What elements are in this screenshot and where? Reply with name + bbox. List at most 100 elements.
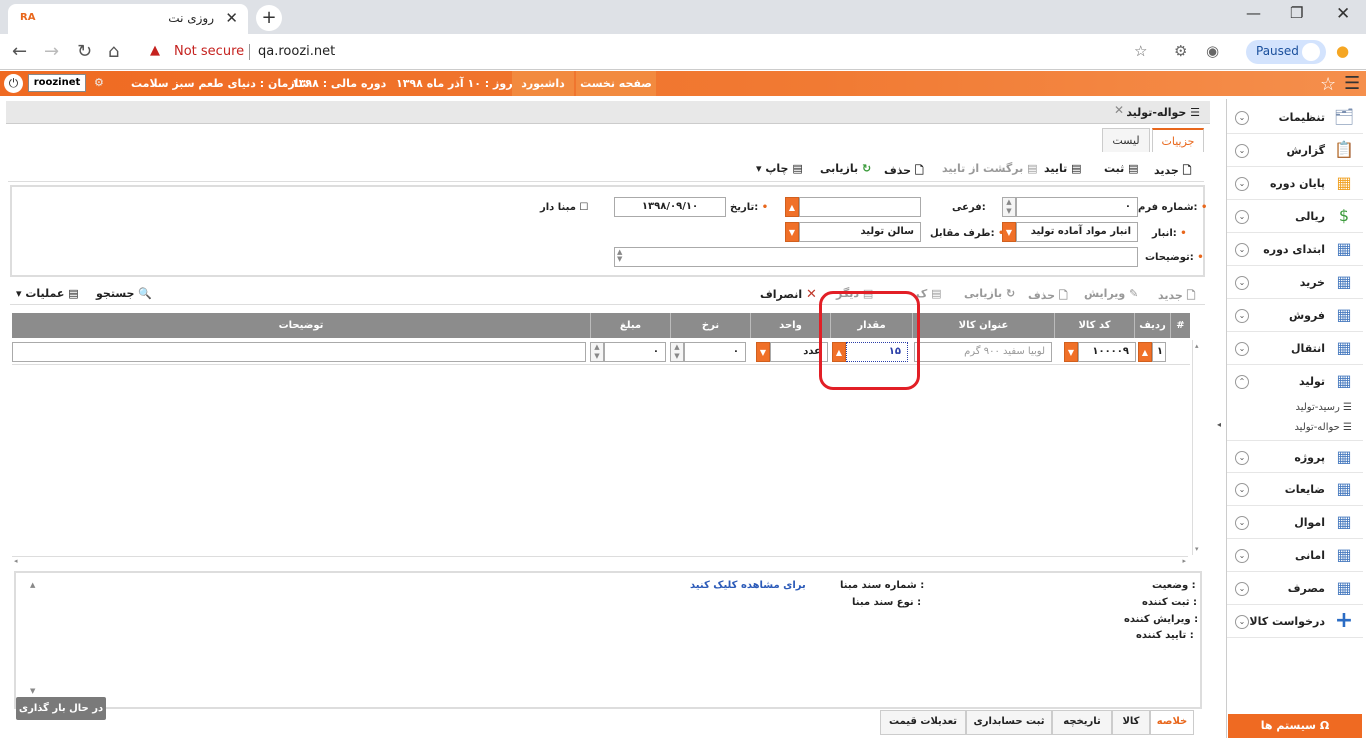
warning-icon[interactable]: ▲ [150, 43, 160, 58]
chevron-down-icon[interactable]: ⌄ [1235, 210, 1249, 224]
item-code-dropdown-button[interactable]: ▼ [1064, 342, 1078, 362]
dashboard-button[interactable]: داشبورد [512, 71, 574, 96]
grid-edit-button[interactable]: ویرایش ✎ [1084, 287, 1138, 300]
sidebar-item-report[interactable]: ⌄ گزارش 📋 [1227, 134, 1363, 167]
sidebar-item-settings[interactable]: ⌄ تنظیمات 🗂 [1227, 101, 1363, 134]
sub-field[interactable] [799, 197, 921, 217]
chevron-down-icon[interactable]: ⌄ [1235, 111, 1249, 125]
sidebar-item-trust[interactable]: ⌄ امانی ▦ [1227, 539, 1363, 572]
description-cell[interactable] [12, 342, 586, 362]
grid-refresh-button[interactable]: بازیابی ↻ [964, 287, 1015, 300]
update-icon[interactable]: ● [1336, 42, 1349, 60]
form-number-field[interactable]: ۰ [1016, 197, 1138, 217]
rate-cell[interactable]: ۰ [684, 342, 746, 362]
grid-delete-button[interactable]: حذف 🗋 [1028, 287, 1068, 306]
horizontal-scrollbar[interactable]: ◂ ▸ [12, 556, 1188, 566]
chevron-down-icon[interactable]: ⌄ [1235, 451, 1249, 465]
favorites-star-icon[interactable]: ☆ [1320, 74, 1336, 95]
delete-button[interactable]: حذف 🗋 [884, 162, 924, 181]
unit-dropdown-button[interactable]: ▼ [756, 342, 770, 362]
amount-stepper[interactable]: ▲ ▼ [590, 342, 604, 362]
sidebar-item-goods-request[interactable]: ⌄ درخواست کالا + [1227, 605, 1363, 638]
chevron-down-icon[interactable]: ⌄ [1235, 243, 1249, 257]
unconfirm-button[interactable]: برگشت از تایید ▤ [942, 162, 1037, 175]
tab-price-adjustments[interactable]: تعدیلات قیمت [880, 711, 966, 735]
tab-list[interactable]: لیست [1102, 128, 1150, 152]
close-window-icon[interactable]: ✕ [1336, 4, 1350, 24]
power-icon[interactable]: ⏻ [4, 74, 23, 93]
sidebar-item-waste[interactable]: ⌄ ضایعات ▦ [1227, 473, 1363, 506]
new-tab-button[interactable]: + [256, 5, 282, 31]
security-status[interactable]: Not secure [174, 44, 244, 59]
scroll-up-icon[interactable]: ▲ [30, 581, 35, 589]
forward-icon[interactable]: → [44, 41, 59, 62]
item-title-cell[interactable]: لوبیا سفید ۹۰۰ گرم [914, 342, 1052, 362]
sidebar-item-assets[interactable]: ⌄ اموال ▦ [1227, 506, 1363, 539]
chevron-down-icon[interactable]: ⌄ [1235, 483, 1249, 497]
chevron-down-icon[interactable]: ⌄ [1235, 276, 1249, 290]
close-document-icon[interactable]: ✕ [1114, 103, 1124, 117]
print-button[interactable]: ▾ چاپ ▤ [756, 162, 803, 175]
sidebar-item-project[interactable]: ⌄ پروژه ▦ [1227, 440, 1363, 473]
row-number-cell[interactable]: ۱ [1152, 342, 1166, 362]
operations-button[interactable]: ▾ عملیات ▤ [16, 287, 79, 300]
chevron-down-icon[interactable]: ⌄ [1235, 309, 1249, 323]
sidebar-subitem-production-receipt[interactable]: رسید-تولید ☰ [1295, 402, 1352, 413]
column-header[interactable]: # [1170, 313, 1190, 338]
sidebar-item-rial[interactable]: ⌄ ریالی $ [1227, 200, 1363, 233]
date-field[interactable]: ۱۳۹۸/۰۹/۱۰ [614, 197, 726, 217]
home-icon[interactable]: ⌂ [108, 41, 119, 62]
hamburger-menu-icon[interactable]: ☰ [1344, 73, 1360, 94]
chevron-down-icon[interactable]: ⌄ [1235, 582, 1249, 596]
has-base-checkbox-label[interactable]: مبنا دار ☐ [540, 202, 588, 213]
tab-close-icon[interactable]: ✕ [225, 9, 238, 27]
item-code-cell[interactable]: ۱۰۰۰۰۹ [1078, 342, 1136, 362]
reload-icon[interactable]: ↻ [77, 41, 92, 62]
counterpart-field[interactable]: سالن تولید [799, 222, 921, 242]
counterpart-dropdown-button[interactable]: ▼ [785, 222, 799, 242]
grid-copy-button[interactable]: ک ▤ [916, 287, 942, 300]
search-button[interactable]: جستجو 🔍 [96, 287, 152, 300]
url-text[interactable]: qa.roozi.net [258, 44, 335, 59]
sidebar-subitem-production-remittance[interactable]: حواله-تولید ☰ [1294, 422, 1352, 433]
column-header[interactable]: عنوان کالا [912, 313, 1054, 338]
column-header[interactable]: نرخ [670, 313, 750, 338]
tab-goods[interactable]: کالا [1112, 711, 1150, 735]
vertical-scrollbar[interactable]: ▴ ▾ [1192, 340, 1202, 555]
chevron-up-icon[interactable]: ⌃ [1235, 375, 1249, 389]
resize-stepper[interactable]: ▲ ▼ [617, 249, 622, 263]
refresh-button[interactable]: بازیابی ↻ [820, 162, 871, 175]
save-button[interactable]: ثبت ▤ [1104, 162, 1139, 175]
rate-stepper[interactable]: ▲ ▼ [670, 342, 684, 362]
user-settings-icon[interactable]: ⚙ [94, 76, 104, 89]
sidebar-item-purchase[interactable]: ⌄ خرید ▦ [1227, 266, 1363, 299]
sidebar-item-transfer[interactable]: ⌄ انتقال ▦ [1227, 332, 1363, 365]
column-header[interactable]: کد کالا [1054, 313, 1134, 338]
sidebar-collapse-icon[interactable]: ◂ [1217, 420, 1221, 429]
tab-summary[interactable]: خلاصه [1150, 711, 1194, 735]
bookmark-star-icon[interactable]: ☆ [1134, 42, 1147, 60]
minimize-icon[interactable]: — [1246, 4, 1261, 22]
column-header[interactable]: واحد [750, 313, 830, 338]
cast-icon[interactable]: ◉ [1206, 42, 1219, 60]
amount-cell[interactable]: ۰ [604, 342, 666, 362]
sidebar-item-consumption[interactable]: ⌄ مصرف ▦ [1227, 572, 1363, 605]
chevron-down-icon[interactable]: ⌄ [1235, 144, 1249, 158]
tab-accounting[interactable]: ثبت حسابداری [966, 711, 1052, 735]
description-field[interactable] [614, 247, 1138, 267]
chevron-down-icon[interactable]: ⌄ [1235, 516, 1249, 530]
tab-history[interactable]: تاریخچه [1052, 711, 1112, 735]
restore-icon[interactable]: ❐ [1290, 4, 1303, 22]
username-box[interactable]: roozinet [28, 74, 86, 92]
chevron-down-icon[interactable]: ⌄ [1235, 615, 1249, 629]
document-tab[interactable]: حواله-تولید ☰ [1126, 106, 1200, 119]
profile-button[interactable]: Paused [1246, 40, 1326, 64]
form-number-stepper[interactable]: ▲ ▼ [1002, 197, 1016, 217]
chevron-down-icon[interactable]: ⌄ [1235, 342, 1249, 356]
browser-tab[interactable]: RA روزی نت ✕ [8, 4, 248, 34]
confirm-button[interactable]: تایید ▤ [1044, 162, 1082, 175]
sidebar-item-period-start[interactable]: ⌄ ابتدای دوره ▦ [1227, 233, 1363, 266]
sidebar-item-sales[interactable]: ⌄ فروش ▦ [1227, 299, 1363, 332]
new-button[interactable]: جدید 🗋 [1154, 162, 1191, 181]
grid-cancel-button[interactable]: انصراف ✕ [760, 287, 817, 302]
